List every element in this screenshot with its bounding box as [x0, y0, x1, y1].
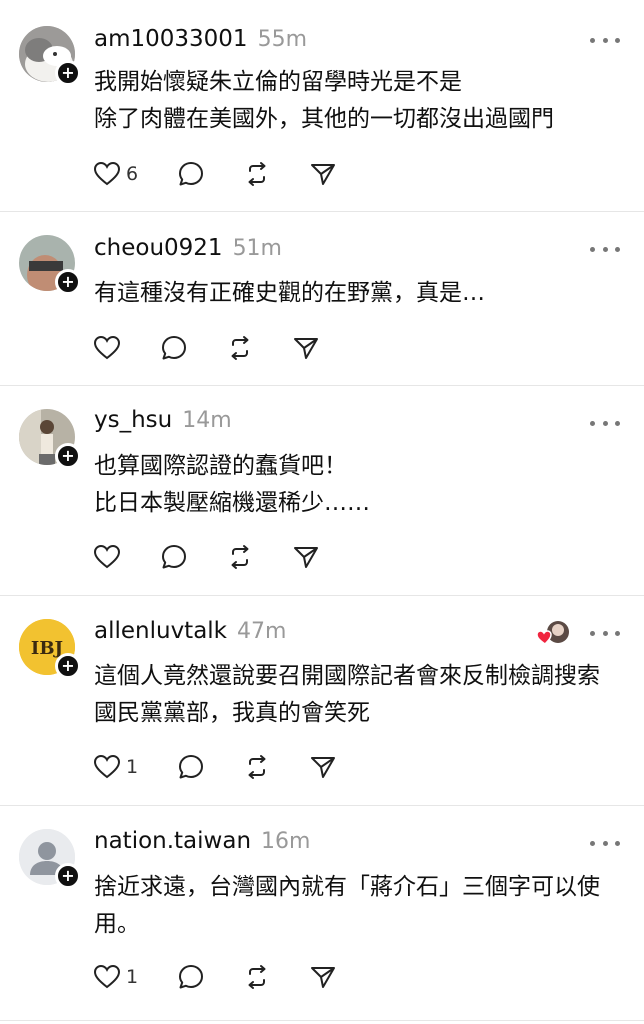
like-button[interactable]: 6 — [94, 162, 138, 186]
share-button[interactable] — [293, 335, 319, 361]
share-button[interactable] — [310, 161, 336, 187]
comment-icon — [162, 336, 186, 360]
more-icon[interactable] — [590, 833, 620, 853]
reply-post: + cheou0921 51m 有這種沒有正確史觀的在野黨，真是… — [0, 211, 644, 386]
repost-button[interactable] — [244, 964, 270, 990]
timestamp: 14m — [182, 408, 232, 433]
follow-plus-icon[interactable]: + — [55, 60, 81, 86]
like-count: 1 — [126, 966, 139, 988]
heart-icon — [94, 162, 120, 186]
reply-post: + ys_hsu 14m 也算國際認證的蠢貨吧！ 比日本製壓縮機還稀少…… — [0, 385, 644, 596]
repost-icon — [248, 755, 266, 779]
username[interactable]: nation.taiwan — [94, 828, 251, 854]
comment-icon — [179, 162, 203, 186]
more-icon[interactable] — [590, 413, 620, 433]
post-text: 我開始懷疑朱立倫的留學時光是不是 除了肉體在美國外，其他的一切都沒出過國門 — [94, 69, 554, 132]
share-button[interactable] — [310, 964, 336, 990]
more-icon[interactable] — [590, 239, 620, 259]
follow-plus-icon[interactable]: + — [55, 653, 81, 679]
username[interactable]: allenluvtalk — [94, 618, 227, 644]
username[interactable]: am10033001 — [94, 26, 248, 52]
share-button[interactable] — [293, 544, 319, 570]
post-text: 這個人竟然還說要召開國際記者會來反制檢調搜索 國民黨黨部，我真的會笑死 — [94, 663, 600, 726]
avatar[interactable]: + — [19, 829, 81, 889]
repost-button[interactable] — [244, 754, 270, 780]
repost-button[interactable] — [227, 335, 253, 361]
follow-plus-icon[interactable]: + — [55, 443, 81, 469]
timestamp: 47m — [237, 619, 287, 644]
reply-post: + nation.taiwan 16m 捨近求遠，台灣國內就有「蔣介石」三個字可… — [0, 805, 644, 1021]
comment-icon — [162, 545, 186, 569]
repost-icon — [231, 336, 249, 360]
heart-icon — [94, 336, 120, 360]
follow-plus-icon[interactable]: + — [55, 863, 81, 889]
more-icon[interactable] — [590, 30, 620, 50]
repost-icon — [248, 162, 266, 186]
post-text: 捨近求遠，台灣國內就有「蔣介石」三個字可以使 用。 — [94, 874, 600, 937]
share-icon — [294, 547, 318, 568]
like-count: 6 — [126, 163, 139, 185]
share-button[interactable] — [310, 754, 336, 780]
comment-button[interactable] — [161, 544, 187, 570]
heart-icon — [94, 545, 120, 569]
avatar[interactable]: + — [19, 409, 81, 469]
avatar[interactable]: + — [19, 235, 81, 295]
comment-icon — [179, 965, 203, 989]
like-button[interactable] — [94, 336, 120, 360]
like-button[interactable]: 1 — [94, 755, 138, 779]
heart-icon — [94, 965, 120, 989]
share-icon — [311, 164, 335, 185]
avatar[interactable]: + — [19, 26, 81, 86]
reply-post: IBJ + allenluvtalk 47m 這個人竟然還說要召開國際記者會來反… — [0, 595, 644, 806]
reply-post: + am10033001 55m 我開始懷疑朱立倫的留學時光是不是 除了肉體在美… — [0, 0, 644, 212]
comment-button[interactable] — [178, 754, 204, 780]
share-icon — [294, 338, 318, 359]
repost-button[interactable] — [227, 544, 253, 570]
comment-button[interactable] — [178, 161, 204, 187]
more-icon[interactable] — [590, 623, 620, 643]
timestamp: 55m — [257, 27, 308, 52]
heart-icon — [94, 755, 120, 779]
comment-button[interactable] — [161, 335, 187, 361]
like-button[interactable]: 1 — [94, 965, 138, 989]
share-icon — [311, 967, 335, 988]
post-text: 也算國際認證的蠢貨吧！ 比日本製壓縮機還稀少…… — [94, 453, 370, 516]
repost-button[interactable] — [244, 161, 270, 187]
like-button[interactable] — [94, 545, 120, 569]
username[interactable]: cheou0921 — [94, 235, 223, 261]
timestamp: 51m — [232, 236, 282, 261]
avatar[interactable]: IBJ + — [19, 619, 81, 679]
repost-icon — [231, 545, 249, 569]
timestamp: 16m — [261, 829, 311, 854]
reply-feed: + am10033001 55m 我開始懷疑朱立倫的留學時光是不是 除了肉體在美… — [0, 0, 644, 1024]
share-icon — [311, 757, 335, 778]
comment-button[interactable] — [178, 964, 204, 990]
liked-by-author-badge — [536, 620, 572, 648]
like-count: 1 — [126, 756, 139, 778]
username[interactable]: ys_hsu — [94, 407, 172, 433]
comment-icon — [179, 755, 203, 779]
post-text: 有這種沒有正確史觀的在野黨，真是… — [94, 280, 485, 306]
repost-icon — [248, 965, 266, 989]
follow-plus-icon[interactable]: + — [55, 269, 81, 295]
